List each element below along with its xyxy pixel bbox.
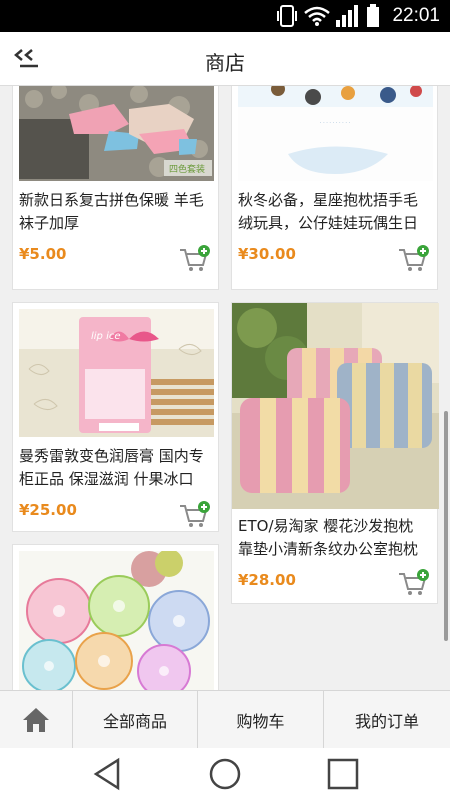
product-price: ¥5.00 bbox=[19, 245, 67, 263]
product-card[interactable]: 四色套装 新款日系复古拼色保暖 羊毛 袜子加厚 ¥5.00 bbox=[12, 86, 219, 290]
nav-cart[interactable]: 购物车 bbox=[198, 691, 324, 749]
add-to-cart-button[interactable] bbox=[179, 501, 211, 529]
product-title: 曼秀雷敦变色润唇膏 国内专 柜正品 保湿滋润 什果冰口 bbox=[19, 447, 204, 488]
add-to-cart-button[interactable] bbox=[398, 569, 430, 597]
page-title: 商店 bbox=[205, 51, 245, 75]
home-icon bbox=[23, 708, 49, 732]
product-price: ¥28.00 bbox=[238, 571, 296, 589]
product-card[interactable] bbox=[12, 544, 219, 690]
product-image: 四色套装 bbox=[19, 86, 214, 181]
bottom-nav: 全部商品 购物车 我的订单 bbox=[0, 690, 450, 749]
product-price: ¥25.00 bbox=[19, 501, 77, 519]
triangle-back-icon bbox=[93, 757, 120, 791]
product-title: 新款日系复古拼色保暖 羊毛 袜子加厚 bbox=[19, 191, 204, 232]
system-home-button[interactable] bbox=[205, 756, 245, 792]
cart-plus-icon bbox=[180, 245, 210, 271]
nav-all-products[interactable]: 全部商品 bbox=[73, 691, 198, 749]
product-card[interactable]: lip ice 曼秀雷敦变色润唇膏 国内专 柜正品 保湿滋润 什果冰口 ¥25.… bbox=[12, 302, 219, 532]
product-card[interactable]: · · · · · · · · · · 秋冬必备，星座抱枕捂手毛 绒玩具，公仔娃… bbox=[231, 86, 438, 290]
home-button[interactable] bbox=[0, 691, 73, 749]
nav-my-orders[interactable]: 我的订单 bbox=[324, 691, 450, 749]
system-back-button[interactable] bbox=[88, 756, 128, 792]
system-recents-button[interactable] bbox=[322, 756, 362, 792]
product-title: ETO/易淘家 樱花沙发抱枕 靠垫小清新条纹办公室抱枕 bbox=[238, 517, 419, 558]
image-brand: lip ice bbox=[91, 331, 121, 342]
product-title: 秋冬必备，星座抱枕捂手毛 绒玩具，公仔娃娃玩偶生日 bbox=[238, 191, 419, 232]
wifi-icon bbox=[304, 6, 331, 26]
add-to-cart-button[interactable] bbox=[179, 245, 211, 273]
phone-vibrate-icon bbox=[277, 5, 298, 27]
square-recents-icon bbox=[327, 758, 359, 790]
battery-icon bbox=[367, 4, 380, 27]
product-image bbox=[19, 551, 214, 690]
signal-icon bbox=[336, 5, 359, 27]
status-icons: 22:01 bbox=[276, 0, 440, 32]
system-nav-bar bbox=[0, 748, 450, 800]
status-time: 22:01 bbox=[392, 5, 440, 26]
circle-home-icon bbox=[209, 758, 241, 790]
add-to-cart-button[interactable] bbox=[398, 245, 430, 273]
product-image: lip ice bbox=[19, 309, 214, 437]
cart-plus-icon bbox=[399, 569, 429, 595]
app-header: 商店 bbox=[0, 32, 450, 86]
product-image: · · · · · · · · · · bbox=[238, 86, 433, 181]
cart-plus-icon bbox=[399, 245, 429, 271]
scrollbar[interactable] bbox=[444, 411, 448, 641]
product-price: ¥30.00 bbox=[238, 245, 296, 263]
cart-plus-icon bbox=[180, 501, 210, 527]
product-grid[interactable]: 四色套装 新款日系复古拼色保暖 羊毛 袜子加厚 ¥5.00 · · · · · … bbox=[0, 86, 450, 690]
status-bar: 22:01 bbox=[0, 0, 450, 32]
product-card[interactable]: ETO/易淘家 樱花沙发抱枕 靠垫小清新条纹办公室抱枕 ¥28.00 bbox=[231, 302, 439, 604]
product-image bbox=[232, 303, 439, 509]
image-badge: 四色套装 bbox=[169, 165, 206, 175]
svg-text:· · · · · · · · · ·: · · · · · · · · · · bbox=[320, 120, 351, 126]
